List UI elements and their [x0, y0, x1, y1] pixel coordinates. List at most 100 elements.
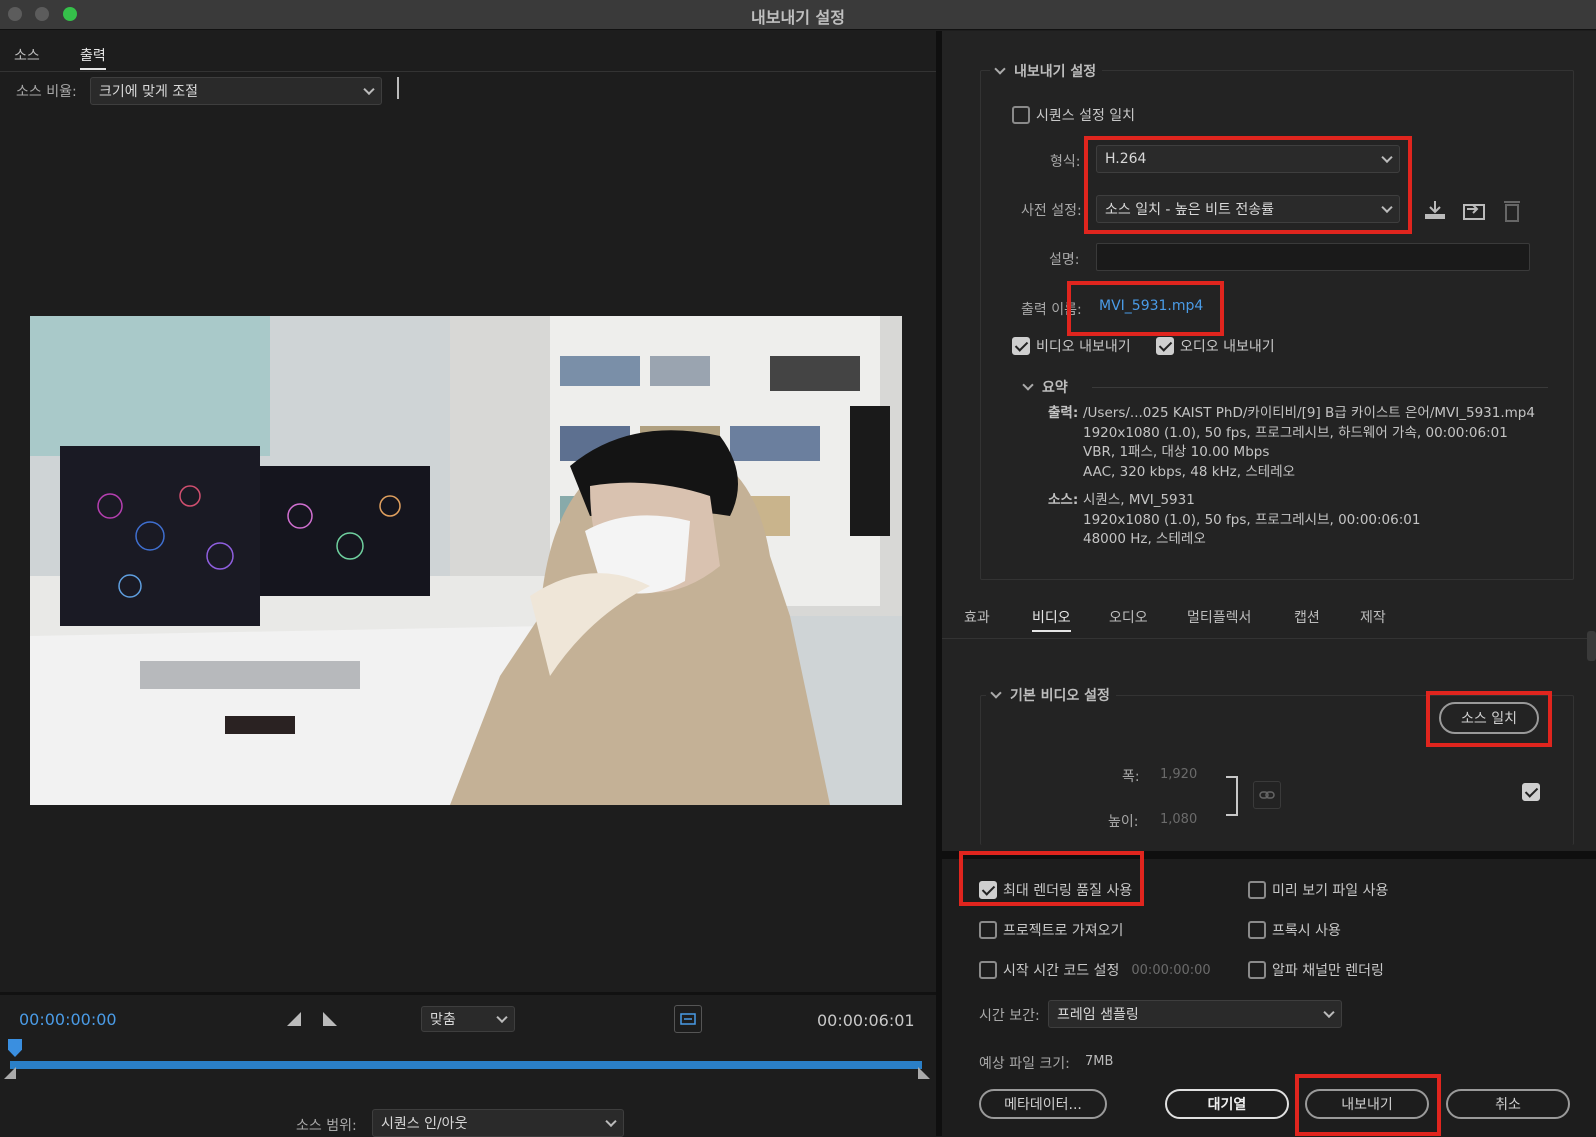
tab-publish[interactable]: 제작 [1360, 607, 1386, 627]
tab-multiplexer[interactable]: 멀티플렉서 [1187, 607, 1251, 627]
use-proxies-row[interactable]: 프록시 사용 [1248, 920, 1341, 940]
alpha-only-checkbox[interactable] [1248, 961, 1266, 979]
preset-value: 소스 일치 - 높은 비트 전송률 [1105, 202, 1274, 218]
use-proxies-label: 프록시 사용 [1272, 923, 1341, 939]
time-interpolation-dropdown[interactable]: 프레임 샘플링 [1048, 1000, 1342, 1028]
tab-audio[interactable]: 오디오 [1109, 607, 1148, 627]
import-project-checkbox[interactable] [979, 921, 997, 939]
preset-label: 사전 설정: [1021, 203, 1082, 219]
set-out-point-icon[interactable] [323, 1012, 337, 1026]
summary-title: 요약 [1042, 380, 1068, 396]
format-value: H.264 [1105, 151, 1147, 167]
chevron-down-icon [994, 63, 1006, 75]
chevron-down-icon [1022, 379, 1034, 391]
alpha-only-row[interactable]: 알파 채널만 렌더링 [1248, 960, 1384, 980]
start-timecode-row[interactable]: 시작 시간 코드 설정 00:00:00:00 [979, 960, 1211, 980]
source-range-dropdown[interactable]: 시퀀스 인/아웃 [372, 1109, 624, 1137]
text-cursor [397, 77, 399, 99]
save-preset-icon[interactable] [1422, 199, 1448, 221]
in-point-handle[interactable] [4, 1067, 16, 1079]
start-timecode-value[interactable]: 00:00:00:00 [1131, 963, 1210, 978]
cancel-button[interactable]: 취소 [1446, 1089, 1570, 1119]
source-scale-dropdown[interactable]: 크기에 맞게 조절 [90, 77, 382, 105]
timeline-range-bar[interactable] [10, 1061, 922, 1069]
chevron-down-icon [1381, 201, 1393, 214]
summary-source-lines: 시퀀스, MVI_5931 1920x1080 (1.0), 50 fps, 프… [1083, 491, 1420, 550]
match-sequence-checkbox-row[interactable]: 시퀀스 설정 일치 [1012, 105, 1135, 125]
width-value[interactable]: 1,920 [1160, 767, 1197, 782]
use-previews-checkbox[interactable] [1248, 881, 1266, 899]
current-timecode[interactable]: 00:00:00:00 [19, 1010, 117, 1029]
chevron-down-icon [1381, 151, 1393, 164]
output-name-link[interactable]: MVI_5931.mp4 [1099, 298, 1203, 314]
delete-preset-icon[interactable] [1501, 197, 1523, 223]
playhead-icon[interactable] [8, 1039, 22, 1057]
import-project-label: 프로젝트로 가져오기 [1003, 923, 1124, 939]
queue-button[interactable]: 대기열 [1165, 1089, 1289, 1119]
match-sequence-checkbox[interactable] [1012, 106, 1030, 124]
start-timecode-checkbox[interactable] [979, 961, 997, 979]
export-video-checkbox[interactable] [1012, 337, 1030, 355]
fit-frame-icon [680, 1013, 696, 1025]
video-dimension-checkbox[interactable] [1522, 783, 1540, 801]
basic-video-header[interactable]: 기본 비디오 설정 [986, 685, 1116, 705]
aspect-toggle-button[interactable] [674, 1005, 702, 1033]
max-render-label: 최대 렌더링 품질 사용 [1003, 883, 1133, 899]
max-render-row[interactable]: 최대 렌더링 품질 사용 [979, 880, 1132, 900]
source-range-value: 시퀀스 인/아웃 [381, 1116, 468, 1132]
summary-header[interactable]: 요약 [1022, 377, 1068, 397]
use-previews-row[interactable]: 미리 보기 파일 사용 [1248, 880, 1388, 900]
basic-video-title: 기본 비디오 설정 [1010, 688, 1110, 704]
settings-panel: 내보내기 설정 시퀀스 설정 일치 형식: H.264 사전 설정: 소스 일치… [942, 31, 1596, 1136]
export-settings-header[interactable]: 내보내기 설정 [990, 61, 1103, 81]
timeline-divider [0, 992, 936, 995]
export-audio-checkbox[interactable] [1156, 337, 1174, 355]
export-audio-row[interactable]: 오디오 내보내기 [1156, 336, 1275, 356]
export-video-label: 비디오 내보내기 [1036, 339, 1131, 355]
tab-output[interactable]: 출력 [80, 45, 106, 70]
tab-effects[interactable]: 효과 [964, 607, 990, 627]
chevron-down-icon [363, 83, 375, 96]
window-title: 내보내기 설정 [751, 8, 845, 27]
summary-source-video: 1920x1080 (1.0), 50 fps, 프로그레시브, 00:00:0… [1083, 511, 1421, 528]
duration-timecode: 00:00:06:01 [817, 1011, 915, 1030]
monitor-right [260, 466, 430, 596]
whiteboard [30, 316, 270, 456]
zoom-fit-value: 맞춤 [430, 1012, 456, 1028]
comments-input[interactable] [1096, 243, 1530, 271]
chevron-down-icon [1323, 1006, 1335, 1019]
summary-output-path: /Users/...025 KAIST PhD/카이티비/[9] B급 카이스트… [1083, 405, 1535, 421]
summary-source-label: 소스: [1048, 492, 1079, 508]
scrollbar-thumb[interactable] [1587, 631, 1596, 661]
max-render-checkbox[interactable] [979, 881, 997, 899]
link-bracket [1226, 776, 1238, 816]
export-label: 내보내기 [1341, 1097, 1393, 1113]
keyboard [140, 661, 360, 689]
summary-output-label: 출력: [1048, 405, 1079, 421]
import-preset-icon[interactable] [1461, 199, 1487, 221]
format-dropdown[interactable]: H.264 [1096, 145, 1400, 173]
monitor-left [60, 446, 260, 626]
export-video-row[interactable]: 비디오 내보내기 [1012, 336, 1131, 356]
import-project-row[interactable]: 프로젝트로 가져오기 [979, 920, 1123, 940]
metadata-button[interactable]: 메타데이터... [979, 1089, 1107, 1119]
constrain-proportions-button[interactable] [1253, 781, 1281, 809]
metadata-label: 메타데이터... [1004, 1097, 1082, 1113]
preset-dropdown[interactable]: 소스 일치 - 높은 비트 전송률 [1096, 195, 1400, 223]
summary-source-sequence: 시퀀스, MVI_5931 [1083, 492, 1195, 508]
tab-video[interactable]: 비디오 [1032, 607, 1071, 632]
height-value[interactable]: 1,080 [1160, 812, 1197, 827]
match-source-button[interactable]: 소스 일치 [1439, 702, 1539, 734]
use-proxies-checkbox[interactable] [1248, 921, 1266, 939]
cancel-label: 취소 [1495, 1097, 1521, 1113]
comments-label: 설명: [1049, 252, 1080, 268]
set-in-point-icon[interactable] [287, 1012, 301, 1026]
out-point-handle[interactable] [918, 1067, 930, 1079]
chevron-down-icon [496, 1011, 508, 1024]
time-interpolation-value: 프레임 샘플링 [1057, 1007, 1139, 1023]
tab-source[interactable]: 소스 [14, 45, 40, 65]
zoom-fit-dropdown[interactable]: 맞춤 [421, 1006, 515, 1032]
width-label: 폭: [1122, 769, 1140, 785]
tab-captions[interactable]: 캡션 [1294, 607, 1320, 627]
export-button[interactable]: 내보내기 [1305, 1089, 1429, 1119]
